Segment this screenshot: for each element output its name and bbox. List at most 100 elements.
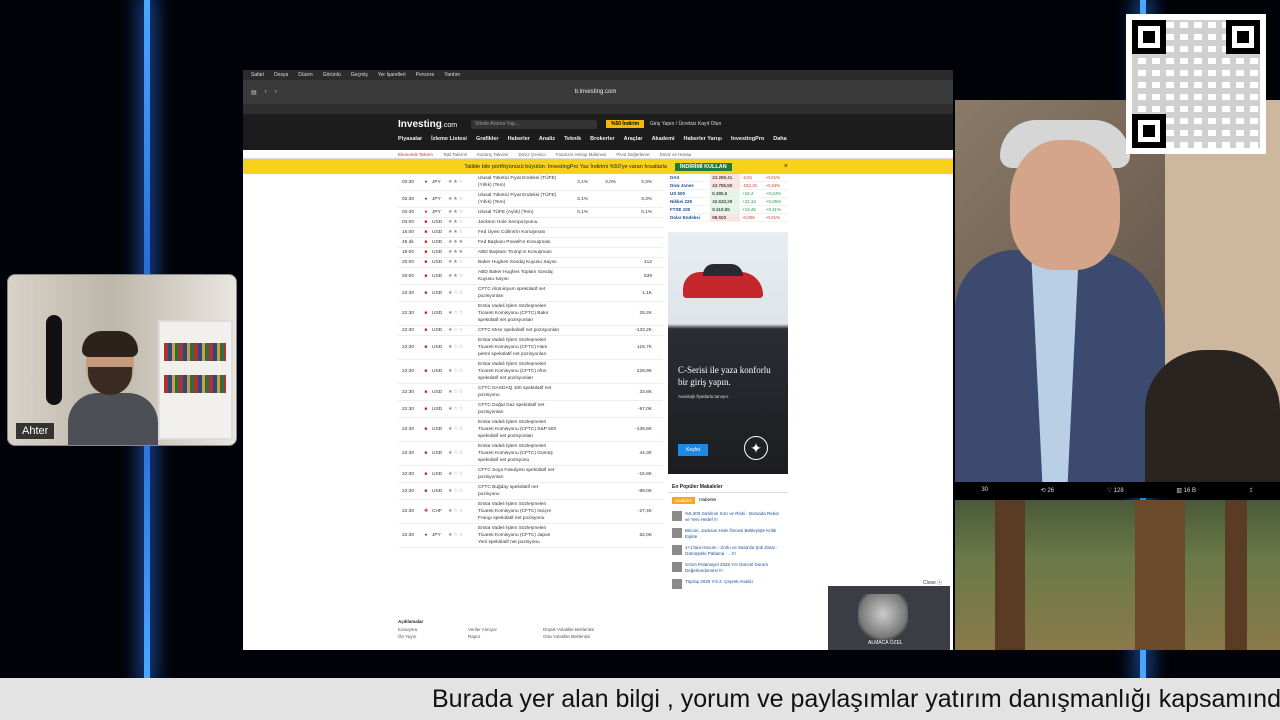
event-name[interactable]: CFTC Soya Fasulyesi spekülatif net pozis…: [478, 466, 560, 482]
market-row[interactable]: FTSE 100 9.319,65 +10,45 +0,11%: [668, 205, 788, 214]
back-icon[interactable]: ‹: [265, 89, 267, 95]
article-title[interactable]: 1+1'lara Hücum - Zorlu ve Sasa'da Şok Za…: [685, 545, 784, 556]
menubar-item[interactable]: Geçmiş: [351, 72, 368, 78]
market-name[interactable]: FTSE 100: [668, 205, 711, 214]
article-title[interactable]: Bitcoin, Jackson Hole Öncesi Bekleyişte …: [685, 528, 784, 539]
event-name[interactable]: Emtia Vadeli İşlem Sözleşmeleri Ticareti…: [478, 500, 560, 523]
tweet-stat[interactable]: ▥ 16 B: [1176, 487, 1196, 494]
subnav-item[interactable]: Faizsizin Hesap Makinesi: [556, 152, 607, 157]
article-item[interactable]: Bitcoin, Jackson Hole Öncesi Bekleyişte …: [668, 525, 788, 542]
event-name[interactable]: Jackson Hole Sempozyumu: [478, 218, 560, 227]
event-name[interactable]: CFTC Alüminyum spekülatif net pozisyonla…: [478, 285, 560, 301]
article-item[interactable]: Tüpraş 2025 Yılı 2. Çeyrek Analizi: [668, 576, 788, 592]
nav-item[interactable]: Haberler Yarışı: [684, 136, 722, 142]
calendar-row[interactable]: 45 dk ■ USD ★★★ Fed Başkanı Powell'ın Konuşm…: [398, 238, 663, 248]
forward-icon[interactable]: ›: [275, 89, 277, 95]
calendar-row[interactable]: 16:00 ■ USD ★★☆ Fed Üyesi Collins'in Konuşma…: [398, 228, 663, 238]
menubar-item[interactable]: Dosya: [274, 72, 288, 78]
event-name[interactable]: CFTC Mısır spekülatif net pozisyonları: [478, 326, 560, 335]
calendar-row[interactable]: 02:30 ● JPY ★★☆ Ulusal Tüketici Fiyat Endeks…: [398, 174, 663, 191]
calendar-row[interactable]: 02:30 ● JPY ★★☆ Ulusal Tüketici Fiyat Endeks…: [398, 191, 663, 208]
menubar-item[interactable]: Yardım: [444, 72, 460, 78]
nav-item[interactable]: Teknik: [564, 136, 581, 142]
market-name[interactable]: Dolar Endeksi: [668, 213, 711, 222]
site-search-input[interactable]: Sitede Arama Yap...: [471, 120, 597, 129]
promo-button[interactable]: %50 İndirim: [606, 120, 645, 128]
menubar-item[interactable]: Düzen: [298, 72, 312, 78]
subnav-item[interactable]: Döviz Çevirici: [518, 152, 545, 157]
event-name[interactable]: Fed Üyesi Collins'in Konuşması: [478, 228, 560, 237]
article-title[interactable]: Tüpraş 2025 Yılı 2. Çeyrek Analizi: [685, 579, 753, 589]
market-row[interactable]: Nikkei 225 42.633,29 +22,12 +0,05%: [668, 197, 788, 206]
nav-item[interactable]: Piyasalar: [398, 136, 422, 142]
nav-item[interactable]: İzleme Listesi: [431, 136, 467, 142]
event-name[interactable]: Emtia Vadeli İşlem Sözleşmeleri Ticareti…: [478, 302, 560, 325]
nav-item[interactable]: Daha: [773, 136, 786, 142]
subnav-item[interactable]: Tatil Takvimi: [443, 152, 467, 157]
address-bar[interactable]: tr.investing.com: [575, 89, 617, 95]
article-item[interactable]: SASA Potansiyel 2025 Yılı Güncel Durum D…: [668, 559, 788, 576]
event-name[interactable]: Emtia Vadeli İşlem Sözleşmeleri Ticareti…: [478, 524, 560, 547]
nav-item[interactable]: Haberler: [508, 136, 530, 142]
tab-news[interactable]: Haberler: [699, 497, 716, 504]
investing-logo[interactable]: Investing.com: [398, 119, 457, 130]
menubar-item[interactable]: Pencere: [416, 72, 435, 78]
event-name[interactable]: Baker Hughes Sondaj Kuyusu Sayısı: [478, 258, 560, 267]
menubar-item[interactable]: Görüntü: [323, 72, 341, 78]
event-name[interactable]: Ulusal TÜFE (Aylık) (Tem): [478, 208, 560, 217]
market-name[interactable]: Dow Jones: [668, 181, 711, 190]
event-name[interactable]: Emtia Vadeli İşlem Sözleşmeleri Ticareti…: [478, 418, 560, 441]
event-name[interactable]: ABD Başkanı Trump'ın Konuşması: [478, 248, 560, 257]
subnav-item[interactable]: Döviz ve Hesap: [660, 152, 692, 157]
calendar-row[interactable]: 22:30 ■ USD ★☆☆ CFTC Doğal Gaz spekülatif ne…: [398, 401, 663, 418]
market-name[interactable]: DAX: [668, 174, 711, 182]
event-name[interactable]: Ulusal Tüketici Fiyat Endeksi (TÜFE) (Yı…: [478, 191, 560, 207]
tab-analyses[interactable]: Analizler: [672, 497, 696, 504]
calendar-row[interactable]: 20:00 ■ USD ★★☆ ABD Baker Hughes Toplam Sond…: [398, 268, 663, 285]
calendar-row[interactable]: 22:30 ■ USD ★☆☆ CFTC Soya Fasulyesi spekülat…: [398, 466, 663, 483]
nav-item[interactable]: Grafikler: [476, 136, 499, 142]
mercedes-ad[interactable]: C-Serisi ile yaza konforlu bir giriş yap…: [668, 232, 788, 474]
market-row[interactable]: Dolar Endeksi 98,503 -0,006 -0,01%: [668, 213, 788, 222]
calendar-row[interactable]: 03:00 ■ USD ★★☆ Jackson Hole Sempozyumu: [398, 218, 663, 228]
market-name[interactable]: Nikkei 225: [668, 197, 711, 206]
nav-item[interactable]: Analiz: [539, 136, 555, 142]
calendar-row[interactable]: 22:30 ■ USD ★☆☆ Emtia Vadeli İşlem Sözleşmel…: [398, 302, 663, 326]
calendar-row[interactable]: 22:30 ■ USD ★☆☆ Emtia Vadeli İşlem Sözleşmel…: [398, 360, 663, 384]
nav-item[interactable]: Araçlar: [624, 136, 643, 142]
event-name[interactable]: Emtia Vadeli İşlem Sözleşmeleri Ticareti…: [478, 360, 560, 383]
calendar-row[interactable]: 22:30 ■ USD ★☆☆ Emtia Vadeli İşlem Sözleşmel…: [398, 418, 663, 442]
tweet-stat[interactable]: ⇪: [1249, 487, 1254, 494]
calendar-row[interactable]: 22:30 ■ USD ★☆☆ Emtia Vadeli İşlem Sözleşmel…: [398, 442, 663, 466]
event-name[interactable]: CFTC NASDAQ 100 spekülatif net pozisyonu: [478, 384, 560, 400]
calendar-row[interactable]: 22:30 ■ USD ★☆☆ CFTC Mısır spekülatif net po…: [398, 326, 663, 336]
event-name[interactable]: Fed Başkanı Powell'ın Konuşması: [478, 238, 560, 247]
calendar-row[interactable]: 22:30 ✚ CHF ★☆☆ Emtia Vadeli İşlem Sözleşmel…: [398, 500, 663, 524]
market-row[interactable]: US 500 6.385,6 +15,4 +0,24%: [668, 189, 788, 198]
market-name[interactable]: US 500: [668, 189, 711, 198]
nav-item[interactable]: InvestingPro: [731, 136, 764, 142]
subnav-item[interactable]: Kazanç Takvimi: [477, 152, 508, 157]
ad-cta-button[interactable]: Keşfet: [678, 444, 709, 456]
subnav-item[interactable]: Ekonomik Takvim: [398, 152, 433, 157]
video-ad-close-button[interactable]: Close ⓧ: [923, 579, 942, 586]
sidebar-toggle-icon[interactable]: ▤: [251, 89, 257, 96]
banner-close-icon[interactable]: ×: [784, 163, 788, 170]
tweet-stat[interactable]: 30: [981, 487, 988, 493]
nav-item[interactable]: Akademi: [652, 136, 675, 142]
event-name[interactable]: ABD Baker Hughes Toplam Sondaj Kuyusu Sa…: [478, 268, 560, 284]
calendar-row[interactable]: 22:30 ■ USD ★☆☆ CFTC Buğday spekülatif net p…: [398, 483, 663, 500]
video-ad[interactable]: ALMACA ÖZEL: [828, 586, 950, 650]
event-name[interactable]: Emtia Vadeli İşlem Sözleşmeleri Ticareti…: [478, 442, 560, 465]
calendar-row[interactable]: 02:30 ● JPY ★★☆ Ulusal TÜFE (Aylık) (Tem) 0,1…: [398, 208, 663, 218]
calendar-row[interactable]: 22:30 ■ USD ★☆☆ CFTC Alüminyum spekülatif ne…: [398, 285, 663, 302]
event-name[interactable]: CFTC Doğal Gaz spekülatif net pozisyonla…: [478, 401, 560, 417]
nav-item[interactable]: Brokerler: [590, 136, 614, 142]
market-row[interactable]: Dow Jones 44.785,50 -152,31 -0,34%: [668, 181, 788, 190]
article-item[interactable]: %5.300 Getirinin Sırrı ve Riski - Borsad…: [668, 508, 788, 525]
tweet-stat[interactable]: ♡ 128: [1107, 487, 1124, 494]
menubar-item[interactable]: Yer İşaretleri: [378, 72, 406, 78]
menubar-item[interactable]: Safari: [251, 72, 264, 78]
banner-cta-button[interactable]: İNDİRİMİ KULLAN: [674, 162, 732, 171]
calendar-row[interactable]: 22:30 ■ USD ★☆☆ Emtia Vadeli İşlem Sözleşmel…: [398, 336, 663, 360]
